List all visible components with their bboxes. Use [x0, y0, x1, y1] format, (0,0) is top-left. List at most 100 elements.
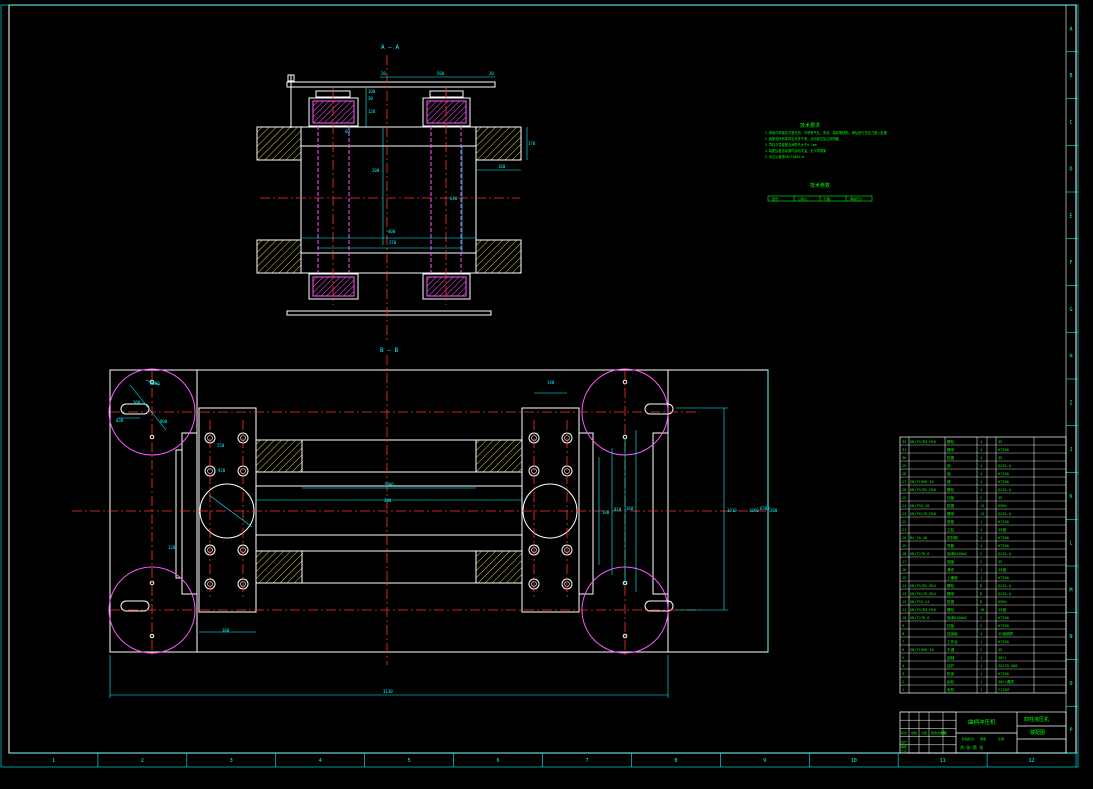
dim-label: 140	[547, 380, 555, 385]
dim-label: 170	[528, 141, 536, 146]
bom-cell: 4	[980, 536, 982, 540]
bom-cell: HT150	[998, 640, 1009, 644]
bom-cell: 21	[902, 528, 906, 532]
guide-block-tr	[475, 126, 522, 161]
bom-cell: 4	[980, 440, 982, 444]
ruler-bottom-label: 11	[940, 758, 946, 764]
ruler-bottom-label: 2	[141, 758, 144, 764]
bom-cell: 1	[980, 664, 982, 668]
bom-cell: 30	[902, 456, 906, 460]
weight-label: 重量	[980, 736, 986, 741]
note-line: 3.导柱与导套配合间隙不大于0.1mm	[765, 142, 817, 147]
bom-cell: 4	[980, 472, 982, 476]
bom-cell: 挡板	[947, 495, 955, 500]
bom-cell: 上横梁	[947, 575, 958, 580]
stamp-row: 审核	[901, 744, 907, 749]
bom-cell: 1	[980, 680, 982, 684]
ruler-bottom-label: 8	[674, 758, 677, 764]
dim-label: 20	[489, 71, 494, 76]
cylinder-left-hatch	[312, 100, 355, 124]
stamp-col: 标记	[901, 730, 907, 735]
cylinder-left-bottom-hatch	[312, 276, 355, 297]
dim-label: 560	[437, 71, 445, 76]
bom-cell: GB/T5783-M16	[910, 440, 936, 444]
ruler-bottom-label: 9	[763, 758, 766, 764]
bom-cell: 8	[980, 592, 982, 596]
bom-cell: 4	[902, 664, 904, 668]
bom-cell: Q235-A	[998, 488, 1012, 492]
bom-cell: 4	[980, 448, 982, 452]
drawing-frame	[0, 4, 1079, 768]
bom-cell: 28	[902, 472, 906, 476]
bom-cell: HT300	[998, 536, 1009, 540]
ruler-right-label: O	[1069, 681, 1072, 687]
ruler-right-label: E	[1069, 213, 1072, 219]
note-line: 2.装配前所有零件应清洗干净，活动部位加注润滑脂	[765, 136, 840, 141]
title-block: 曲柄冲压机 四柱液压机 装配图 共 张 第 张 标记 处数 分区 更改文件号签名设计审…	[899, 711, 1067, 754]
bom-cell: 螺母	[947, 591, 955, 596]
bom-cell: GB/T5783-M16	[910, 608, 936, 612]
bom-cell: 2	[980, 616, 982, 620]
bom-cell: 1	[980, 576, 982, 580]
dim-label: 100	[368, 89, 376, 94]
bom-cell: 4	[980, 464, 982, 468]
bom-cell: 45	[998, 560, 1002, 564]
bom-cell: 45	[998, 440, 1002, 444]
guide-block-br	[475, 239, 522, 274]
ruler-right-label: P	[1069, 728, 1072, 734]
bom-cell: 35	[998, 456, 1002, 460]
bom-cell: 销	[947, 463, 951, 468]
note-line: 1.焊接件焊缝应平整光滑，不得有气孔、夹渣、裂纹等缺陷，焊后进行去应力退火处理	[765, 130, 888, 135]
bom-cell: HT200	[998, 480, 1009, 484]
bom-cell: 40Cr调质	[998, 679, 1014, 684]
dim-label: 1010	[727, 508, 737, 513]
param-col: 型号	[772, 196, 778, 201]
bom-cell: GB/T276-6	[910, 552, 929, 556]
bom-cell: 4	[980, 480, 982, 484]
cad-drawing-canvas: 1 2 3 4 5 6 7 8 9 10 11 12 ABCDEFGHIJKLMNOP A — A	[0, 4, 1079, 768]
bom-cell: 轴	[947, 471, 951, 476]
bom-cell: 立柱	[947, 527, 955, 532]
bom-cell: 32	[902, 440, 906, 444]
bom-cell: GB/T6170-M24	[910, 592, 936, 596]
dim-label: 200	[372, 168, 380, 173]
bom-cell: 9	[902, 624, 904, 628]
stamp-row: 设计	[901, 739, 907, 744]
dim-label: 160	[498, 164, 506, 169]
bom-cell: 15	[902, 576, 906, 580]
bom-cell: 端盖	[947, 559, 955, 564]
bom-cell: 20	[902, 536, 906, 540]
ruler-right-label: J	[1069, 447, 1072, 453]
bom-cell: Mc-16-40	[910, 536, 927, 540]
stamp-col: 处数	[911, 730, 917, 735]
bom-cell: 压板	[947, 623, 955, 628]
note-line: 4.装配后各活动部件运动灵活，无卡滞现象	[765, 148, 827, 153]
dim-label: 6500	[760, 506, 770, 511]
dim-label: 200	[770, 508, 778, 513]
bom-cell: 曲轴	[947, 655, 955, 660]
section-b-b-view: B — B 140R200300830 90055092010002001008…	[72, 347, 778, 698]
bom-cell: Y132M	[998, 688, 1010, 692]
end-plate-right	[521, 407, 580, 613]
bom-cell: 1	[902, 688, 904, 692]
bom-cell: 29	[902, 464, 906, 468]
ruler-bottom-label: 5	[408, 758, 411, 764]
stamp-col: 分区	[921, 730, 927, 735]
dim-label: 810	[614, 507, 622, 512]
bom-cell: GB/T5782-M20	[910, 488, 936, 492]
bom-cell: HT150	[998, 624, 1009, 628]
ruler-bottom-label: 12	[1029, 758, 1035, 764]
bom-cell: 6	[902, 648, 904, 652]
bom-cell: 16	[902, 568, 906, 572]
dim-label: 160	[626, 506, 634, 511]
bom-cell: 1	[980, 688, 982, 692]
bom-cell: 3	[902, 672, 904, 676]
center-lines-bb	[72, 355, 770, 665]
bom-cell: 垫圈	[947, 455, 955, 460]
bom-cell: Q235-A	[998, 512, 1012, 516]
dim-label: 370	[389, 240, 397, 245]
bom-cell: 2	[980, 648, 982, 652]
bom-cell: 4	[980, 528, 982, 532]
bom-cell: HT200	[998, 576, 1009, 580]
bom-cell: GB/T6170-M20	[910, 512, 936, 516]
